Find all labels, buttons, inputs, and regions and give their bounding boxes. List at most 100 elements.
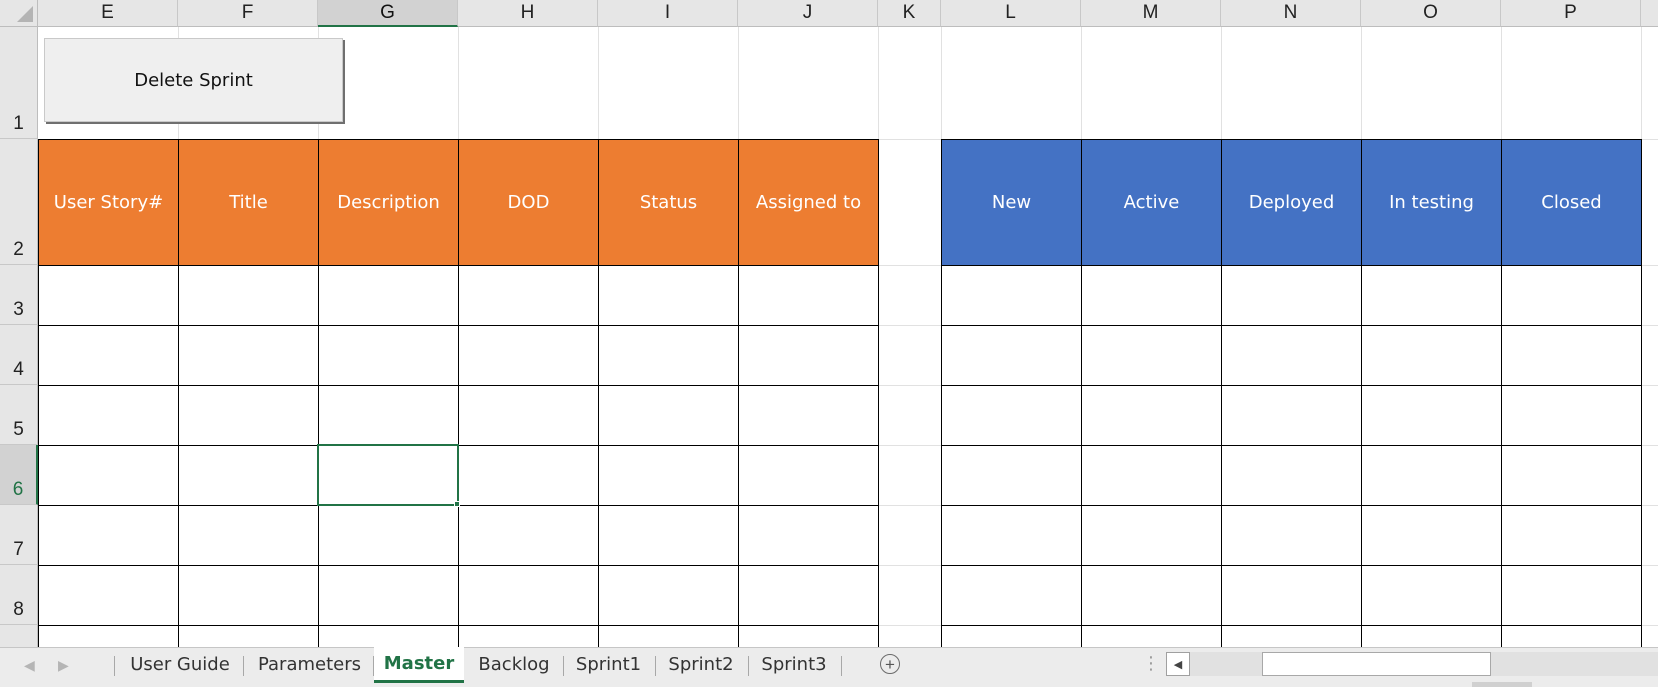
column-header-o[interactable]: O <box>1361 0 1501 27</box>
status-table-cell[interactable] <box>1361 325 1502 386</box>
status-table-cell[interactable] <box>1361 445 1502 506</box>
status-table-cell[interactable] <box>1081 565 1222 626</box>
column-header-q[interactable] <box>1641 0 1658 27</box>
header-active[interactable]: Active <box>1081 139 1222 266</box>
tab-scroll-left-icon[interactable]: ◀ <box>24 657 35 674</box>
column-header-n[interactable]: N <box>1221 0 1361 27</box>
status-table-cell[interactable] <box>1361 265 1502 326</box>
story-table-cell[interactable] <box>598 265 739 326</box>
story-table-cell[interactable] <box>178 325 319 386</box>
story-table-cell[interactable] <box>598 385 739 446</box>
status-table-cell[interactable] <box>1221 625 1362 647</box>
status-table-cell[interactable] <box>1081 505 1222 566</box>
row-header-7[interactable]: 7 <box>0 505 38 565</box>
header-closed[interactable]: Closed <box>1501 139 1642 266</box>
column-header-f[interactable]: F <box>178 0 318 27</box>
story-table-cell[interactable] <box>738 505 879 566</box>
column-header-j[interactable]: J <box>738 0 878 27</box>
status-table-cell[interactable] <box>1081 625 1222 647</box>
story-table-cell[interactable] <box>38 625 179 647</box>
row-header-6[interactable]: 6 <box>0 445 38 505</box>
story-table-cell[interactable] <box>598 565 739 626</box>
story-table-cell[interactable] <box>178 265 319 326</box>
story-table-cell[interactable] <box>38 325 179 386</box>
story-table-cell[interactable] <box>318 325 459 386</box>
story-table-cell[interactable] <box>458 265 599 326</box>
status-table-cell[interactable] <box>1501 565 1642 626</box>
row-header-9[interactable] <box>0 625 38 647</box>
horizontal-scroll-thumb[interactable] <box>1262 652 1491 676</box>
story-table-cell[interactable] <box>458 565 599 626</box>
column-header-k[interactable]: K <box>878 0 941 27</box>
row-header-8[interactable]: 8 <box>0 565 38 625</box>
tab-backlog[interactable]: Backlog <box>466 648 562 680</box>
story-table-cell[interactable] <box>598 445 739 506</box>
header-user-story[interactable]: User Story# <box>38 139 179 266</box>
story-table-cell[interactable] <box>738 565 879 626</box>
story-table-cell[interactable] <box>738 265 879 326</box>
story-table-cell[interactable] <box>598 625 739 647</box>
add-sheet-button[interactable]: + <box>880 654 900 674</box>
status-table-cell[interactable] <box>1221 325 1362 386</box>
delete-sprint-button[interactable]: Delete Sprint <box>44 38 343 122</box>
story-table-cell[interactable] <box>178 625 319 647</box>
story-table-cell[interactable] <box>598 505 739 566</box>
column-header-l[interactable]: L <box>941 0 1081 27</box>
header-status[interactable]: Status <box>598 139 739 266</box>
active-cell-g6[interactable] <box>317 444 459 506</box>
vertical-dots-icon[interactable]: ⋮ <box>1142 653 1160 674</box>
column-header-g[interactable]: G <box>318 0 458 27</box>
status-table-cell[interactable] <box>941 625 1082 647</box>
status-table-cell[interactable] <box>941 565 1082 626</box>
story-table-cell[interactable] <box>738 445 879 506</box>
status-table-cell[interactable] <box>1501 445 1642 506</box>
row-header-2[interactable]: 2 <box>0 139 38 265</box>
scroll-left-button[interactable]: ◀ <box>1166 652 1190 676</box>
story-table-cell[interactable] <box>178 385 319 446</box>
status-table-cell[interactable] <box>1081 265 1222 326</box>
column-header-p[interactable]: P <box>1501 0 1641 27</box>
header-in-testing[interactable]: In testing <box>1361 139 1502 266</box>
story-table-cell[interactable] <box>738 385 879 446</box>
status-table-cell[interactable] <box>1501 325 1642 386</box>
status-table-cell[interactable] <box>941 445 1082 506</box>
status-table-cell[interactable] <box>941 385 1082 446</box>
status-table-cell[interactable] <box>1501 505 1642 566</box>
tab-parameters[interactable]: Parameters <box>247 648 372 680</box>
row-header-1[interactable]: 1 <box>0 27 38 139</box>
row-header-3[interactable]: 3 <box>0 265 38 325</box>
story-table-cell[interactable] <box>598 325 739 386</box>
tab-sprint1[interactable]: Sprint1 <box>564 648 653 680</box>
tab-user-guide[interactable]: User Guide <box>118 648 242 680</box>
row-header-4[interactable]: 4 <box>0 325 38 385</box>
status-table-cell[interactable] <box>1221 265 1362 326</box>
story-table-cell[interactable] <box>458 385 599 446</box>
row-header-5[interactable]: 5 <box>0 385 38 445</box>
story-table-cell[interactable] <box>318 385 459 446</box>
story-table-cell[interactable] <box>458 445 599 506</box>
column-header-h[interactable]: H <box>458 0 598 27</box>
header-title[interactable]: Title <box>178 139 319 266</box>
story-table-cell[interactable] <box>178 565 319 626</box>
story-table-cell[interactable] <box>738 325 879 386</box>
story-table-cell[interactable] <box>178 505 319 566</box>
header-description[interactable]: Description <box>318 139 459 266</box>
story-table-cell[interactable] <box>38 385 179 446</box>
story-table-cell[interactable] <box>738 625 879 647</box>
column-header-m[interactable]: M <box>1081 0 1221 27</box>
header-deployed[interactable]: Deployed <box>1221 139 1362 266</box>
tab-sprint2[interactable]: Sprint2 <box>656 648 746 680</box>
status-table-cell[interactable] <box>1081 325 1222 386</box>
header-assigned-to[interactable]: Assigned to <box>738 139 879 266</box>
tab-master[interactable]: Master <box>374 647 464 683</box>
status-table-cell[interactable] <box>941 325 1082 386</box>
status-table-cell[interactable] <box>1501 265 1642 326</box>
story-table-cell[interactable] <box>318 565 459 626</box>
story-table-cell[interactable] <box>38 565 179 626</box>
tab-scroll-right-icon[interactable]: ▶ <box>58 657 69 674</box>
status-table-cell[interactable] <box>1501 625 1642 647</box>
story-table-cell[interactable] <box>458 625 599 647</box>
status-table-cell[interactable] <box>1221 445 1362 506</box>
fill-handle[interactable] <box>454 501 460 507</box>
header-new[interactable]: New <box>941 139 1082 266</box>
